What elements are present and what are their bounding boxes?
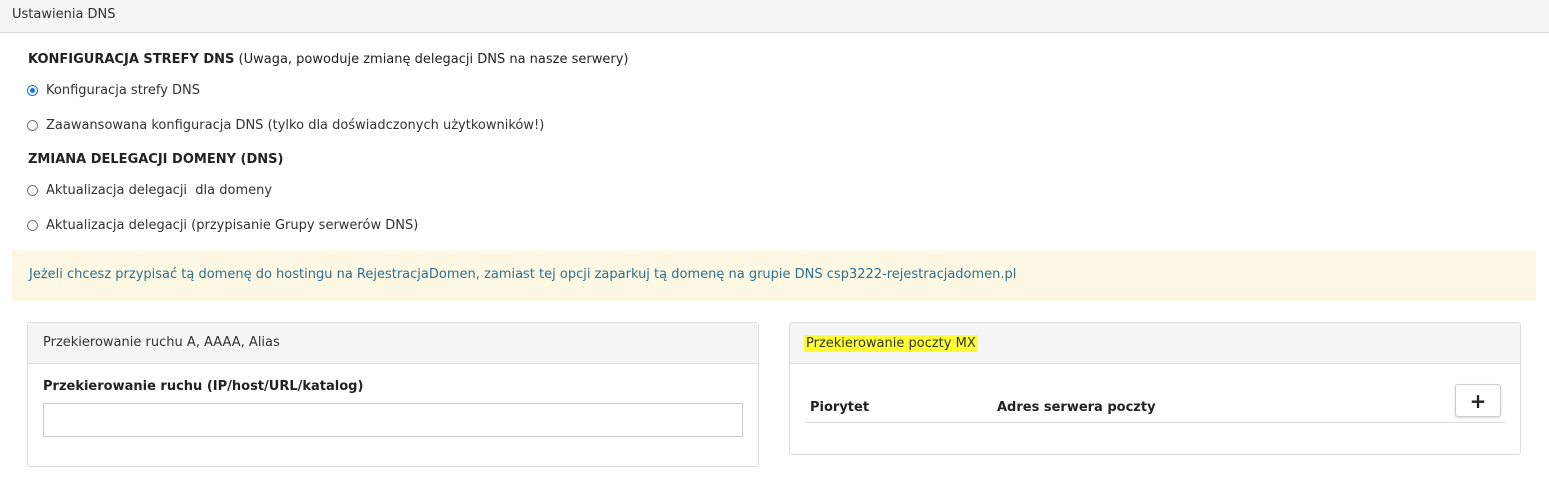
radio-label: Konfiguracja strefy DNS xyxy=(46,82,201,98)
traffic-redirect-box: Przekierowanie ruchu A, AAAA, Alias Prze… xyxy=(27,322,759,467)
traffic-redirect-input[interactable] xyxy=(43,403,743,437)
radio-label: Zaawansowana konfiguracja DNS (tylko dla… xyxy=(46,117,545,133)
delegation-heading-label: ZMIANA DELEGACJI DOMENY (DNS) xyxy=(28,152,284,167)
panel-title: Ustawienia DNS xyxy=(12,7,116,22)
delegation-heading: ZMIANA DELEGACJI DOMENY (DNS) xyxy=(28,152,283,167)
info-alert: Jeżeli chcesz przypisać tą domenę do hos… xyxy=(12,250,1536,301)
dns-zone-heading-label: KONFIGURACJA STREFY DNS xyxy=(28,52,235,67)
radio-unchecked-icon[interactable] xyxy=(27,219,38,231)
mx-redirect-header: Przekierowanie poczty MX xyxy=(790,323,1520,364)
plus-icon: + xyxy=(1469,388,1487,413)
panel-header: Ustawienia DNS xyxy=(0,0,1549,33)
table-header-divider xyxy=(805,422,1505,423)
column-header-priority: Piorytet xyxy=(810,400,870,415)
alert-text: Jeżeli chcesz przypisać tą domenę do hos… xyxy=(29,267,1017,282)
radio-checked-icon[interactable] xyxy=(27,84,38,96)
mx-redirect-box: Przekierowanie poczty MX Piorytet Adres … xyxy=(789,322,1521,455)
radio-label: Aktualizacja delegacji (przypisanie Grup… xyxy=(46,217,419,233)
radio-unchecked-icon[interactable] xyxy=(27,119,38,131)
radio-delegation-update[interactable]: Aktualizacja delegacji dla domeny xyxy=(27,181,272,199)
add-mx-record-button[interactable]: + xyxy=(1455,384,1501,417)
mx-redirect-title: Przekierowanie poczty MX xyxy=(804,335,978,352)
radio-dns-zone-config[interactable]: Konfiguracja strefy DNS xyxy=(27,81,200,99)
radio-delegation-group[interactable]: Aktualizacja delegacji (przypisanie Grup… xyxy=(27,216,418,234)
traffic-redirect-title: Przekierowanie ruchu A, AAAA, Alias xyxy=(43,335,280,350)
traffic-redirect-header: Przekierowanie ruchu A, AAAA, Alias xyxy=(28,323,758,364)
radio-advanced-dns-config[interactable]: Zaawansowana konfiguracja DNS (tylko dla… xyxy=(27,116,544,134)
radio-unchecked-icon[interactable] xyxy=(27,184,38,196)
column-header-mail-server: Adres serwera poczty xyxy=(997,400,1156,415)
dns-zone-note: (Uwaga, powoduje zmianę delegacji DNS na… xyxy=(234,52,629,67)
traffic-redirect-label: Przekierowanie ruchu (IP/host/URL/katalo… xyxy=(43,379,364,394)
dns-zone-heading: KONFIGURACJA STREFY DNS (Uwaga, powoduje… xyxy=(28,52,628,67)
radio-label: Aktualizacja delegacji dla domeny xyxy=(46,182,273,198)
